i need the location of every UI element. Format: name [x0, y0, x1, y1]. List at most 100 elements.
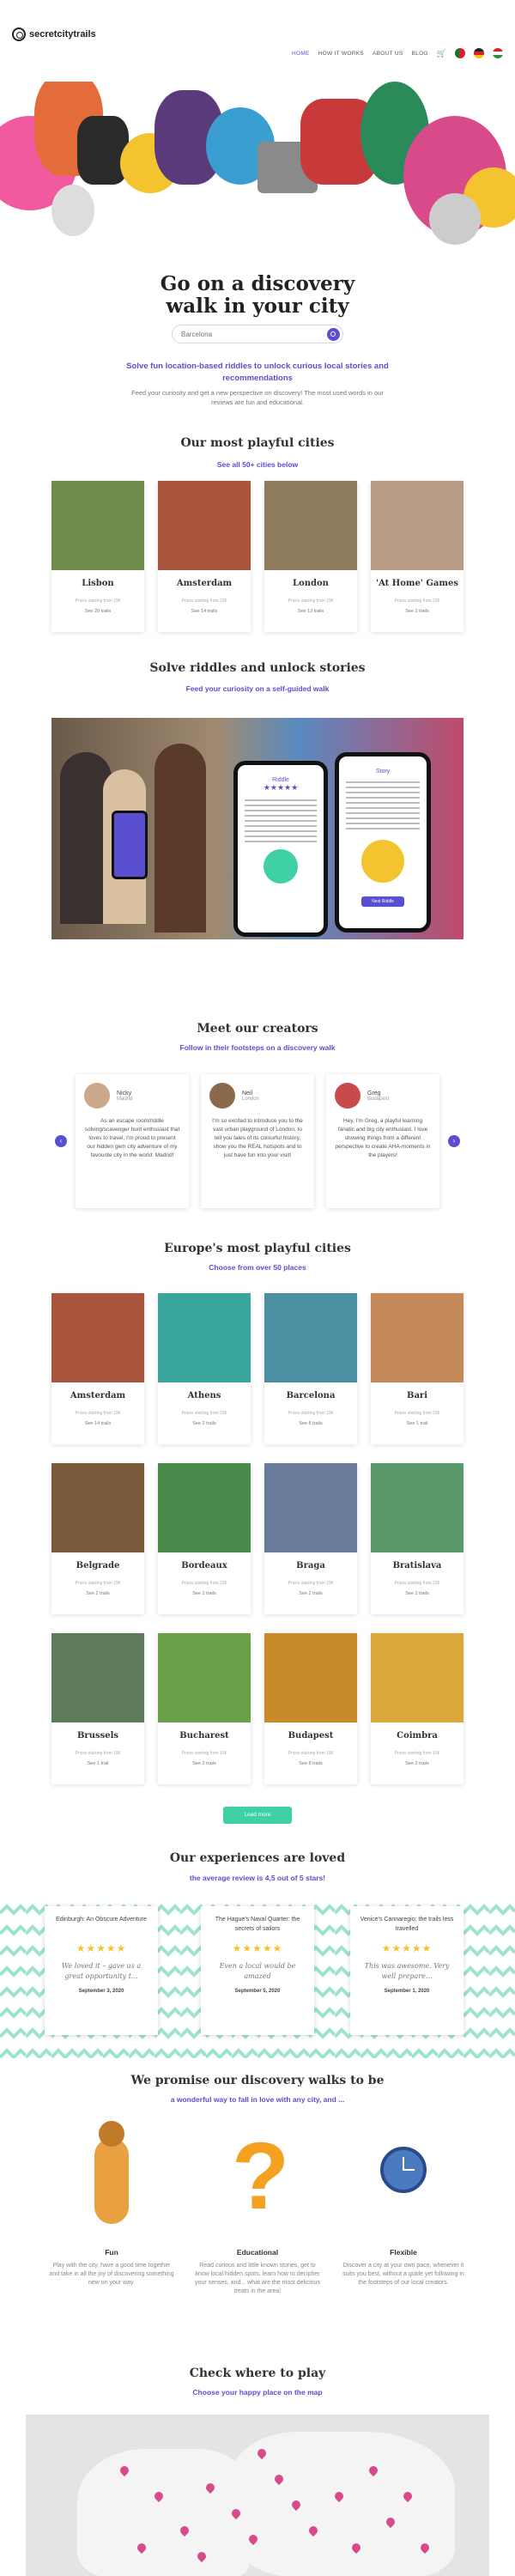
city-price: Prices starting from 19€: [75, 1751, 121, 1756]
city-card[interactable]: 'At Home' Games Prices starting from 19€ S…: [371, 481, 464, 632]
creator-city: Madrid: [117, 1096, 133, 1102]
nav-home[interactable]: HOME: [292, 51, 310, 57]
city-name: Braga: [296, 1561, 325, 1571]
city-card[interactable]: Bucharest Prices starting from 19€ See 2 t…: [158, 1633, 251, 1784]
city-card[interactable]: Bordeaux Prices starting from 19€ See 2 tr…: [158, 1463, 251, 1614]
portugal-flag-icon[interactable]: [455, 48, 465, 58]
city-trails-link[interactable]: See 2 trails: [158, 1591, 251, 1596]
europe-map[interactable]: [26, 2415, 489, 2576]
see-all-cities-link[interactable]: See all 50+ cities below: [0, 460, 515, 469]
city-card[interactable]: Barcelona Prices starting from 19€ See 8 t…: [264, 1293, 357, 1444]
city-trails-link[interactable]: See 2 trails: [371, 1591, 464, 1596]
city-image: [158, 481, 251, 570]
europe-cities-subtitle: Choose from over 50 places: [209, 1263, 306, 1272]
promise-educational: ? Educational Read curious and little kn…: [193, 2121, 322, 2296]
hungary-flag-icon[interactable]: [493, 48, 503, 58]
clock-icon: [339, 2121, 468, 2233]
city-image: [371, 1293, 464, 1382]
review-card[interactable]: The Hague's Naval Quarter: the secrets o…: [201, 1906, 314, 2035]
city-name: Belgrade: [76, 1561, 120, 1571]
city-card[interactable]: Budapest Prices starting from 19€ See 8 tr…: [264, 1633, 357, 1784]
city-name: Bucharest: [179, 1731, 229, 1741]
city-card[interactable]: Amsterdam Prices starting from 19€ See 14 …: [158, 481, 251, 632]
reviews-title: Our experiences are loved: [169, 1851, 346, 1865]
hero-title-line1: Go on a discovery: [160, 272, 355, 295]
review-card[interactable]: Edinburgh: An Obscure Adventure ★★★★★ We…: [45, 1906, 158, 2035]
load-more-button[interactable]: Load more: [223, 1807, 292, 1824]
nav-how-it-works[interactable]: HOW IT WORKS: [318, 51, 364, 57]
map-subtitle: Choose your happy place on the map: [192, 2388, 323, 2397]
dancing-figure-icon: [47, 2121, 176, 2233]
phone-riddle-label: Riddle: [272, 777, 289, 783]
review-card[interactable]: Venice's Cannaregio: the trails less tra…: [350, 1906, 464, 2035]
city-card[interactable]: Amsterdam Prices starting from 19€ See 14 …: [52, 1293, 144, 1444]
cart-icon[interactable]: 🛒: [437, 49, 446, 58]
review-text: Even a local would be amazed: [219, 1962, 296, 1980]
city-price: Prices starting from 19€: [394, 598, 440, 604]
city-name: Bari: [407, 1391, 427, 1400]
next-arrow-icon[interactable]: ›: [448, 1135, 460, 1147]
city-trails-link[interactable]: See 2 trails: [371, 1761, 464, 1766]
city-card[interactable]: Bratislava Prices starting from 19€ See 2 …: [371, 1463, 464, 1614]
playful-cities-title: Our most playful cities: [180, 436, 335, 450]
hero-title-line2: walk in your city: [166, 295, 349, 318]
city-image: [52, 1463, 144, 1552]
search-input[interactable]: [181, 330, 318, 338]
star-rating-icon: ★★★★★: [381, 1942, 433, 1954]
riddles-title: Solve riddles and unlock stories: [149, 661, 366, 675]
city-card[interactable]: Bari Prices starting from 19€ See 1 trail: [371, 1293, 464, 1444]
city-trails-link[interactable]: See 2 trails: [264, 1591, 357, 1596]
city-trails-link[interactable]: See 20 trails: [52, 609, 144, 614]
creator-city: Budapest: [367, 1096, 390, 1102]
city-trails-link[interactable]: See 2 trails: [371, 609, 464, 614]
city-card[interactable]: Braga Prices starting from 19€ See 2 trail…: [264, 1463, 357, 1614]
promise-educational-text: Read curious and little known stories, g…: [195, 2263, 320, 2294]
city-card[interactable]: Brussels Prices starting from 19€ See 1 tr…: [52, 1633, 144, 1784]
hero-collage-image: [0, 82, 515, 262]
creator-name: Nicky: [117, 1090, 132, 1097]
creators-subtitle: Follow in their footsteps on a discovery…: [179, 1043, 336, 1052]
city-trails-link[interactable]: See 1 trail: [371, 1421, 464, 1426]
prev-arrow-icon[interactable]: ‹: [55, 1135, 67, 1147]
city-trails-link[interactable]: See 2 trails: [158, 1421, 251, 1426]
city-trails-link[interactable]: See 8 trails: [264, 1761, 357, 1766]
review-date: September 3, 2020: [78, 1989, 124, 1994]
star-rating-icon: ★★★★★: [232, 1942, 283, 1954]
phone-stars: ★★★★★: [263, 783, 299, 792]
city-price: Prices starting from 19€: [181, 1751, 227, 1756]
phone-story: Story Next Riddle: [335, 752, 431, 933]
city-trails-link[interactable]: See 14 trails: [158, 609, 251, 614]
search-icon[interactable]: [327, 328, 340, 341]
promise-fun: Fun Play with the city, have a good time…: [47, 2121, 176, 2287]
city-price: Prices starting from 19€: [288, 598, 334, 604]
review-date: September 1, 2020: [384, 1989, 430, 1994]
nav-blog[interactable]: BLOG: [412, 51, 428, 57]
city-trails-link[interactable]: See 1 trail: [52, 1761, 144, 1766]
europe-cities-title: Europe's most playful cities: [164, 1242, 351, 1255]
city-trails-link[interactable]: See 13 trails: [264, 609, 357, 614]
creator-name: Neil: [242, 1090, 253, 1097]
city-name: Coimbra: [397, 1731, 438, 1741]
city-trails-link[interactable]: See 2 trails: [52, 1591, 144, 1596]
city-name: Amsterdam: [70, 1391, 126, 1400]
promise-flexible-title: Flexible: [390, 2248, 417, 2257]
germany-flag-icon[interactable]: [474, 48, 484, 58]
review-title: Edinburgh: An Obscure Adventure: [56, 1917, 147, 1923]
review-text: We loved it – gave us a great opportunit…: [61, 1962, 142, 1980]
city-trails-link[interactable]: See 2 trails: [158, 1761, 251, 1766]
city-trails-link[interactable]: See 8 trails: [264, 1421, 357, 1426]
city-card[interactable]: Belgrade Prices starting from 19€ See 2 tr…: [52, 1463, 144, 1614]
city-card[interactable]: Athens Prices starting from 19€ See 2 trai…: [158, 1293, 251, 1444]
city-card[interactable]: Lisbon Prices starting from 19€ See 20 tra…: [52, 481, 144, 632]
city-trails-link[interactable]: See 14 trails: [52, 1421, 144, 1426]
logo[interactable]: secretcitytrails: [12, 27, 96, 41]
logo-text: secretcitytrails: [29, 29, 96, 39]
city-name: Brussels: [76, 1731, 119, 1741]
city-image: [158, 1293, 251, 1382]
city-card[interactable]: London Prices starting from 19€ See 13 tra…: [264, 481, 357, 632]
promise-fun-title: Fun: [105, 2248, 118, 2257]
city-name: Athens: [187, 1391, 221, 1400]
nav-about-us[interactable]: ABOUT US: [373, 51, 403, 57]
city-price: Prices starting from 19€: [75, 598, 121, 604]
city-card[interactable]: Coimbra Prices starting from 19€ See 2 tra…: [371, 1633, 464, 1784]
